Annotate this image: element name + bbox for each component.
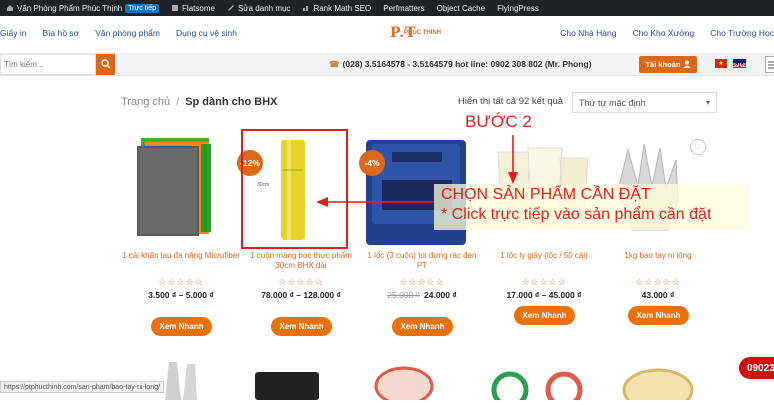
product-card-partial[interactable] (484, 360, 604, 405)
product-card-partial[interactable] (121, 360, 241, 400)
product-card-partial[interactable] (362, 360, 482, 405)
floating-phone-button[interactable]: 09023 (739, 357, 774, 379)
annotation-title: CHỌN SẢN PHẨM CẦN ĐẶT (441, 186, 651, 203)
product-card-partial[interactable] (241, 360, 361, 400)
annotation-hint: * Click trực tiếp vào sản phẩm cần đặt (441, 206, 712, 223)
product-card-partial[interactable] (598, 360, 718, 405)
status-bar-url: https://ptphucthinh.com/san-pham/bao-tay… (0, 381, 165, 393)
